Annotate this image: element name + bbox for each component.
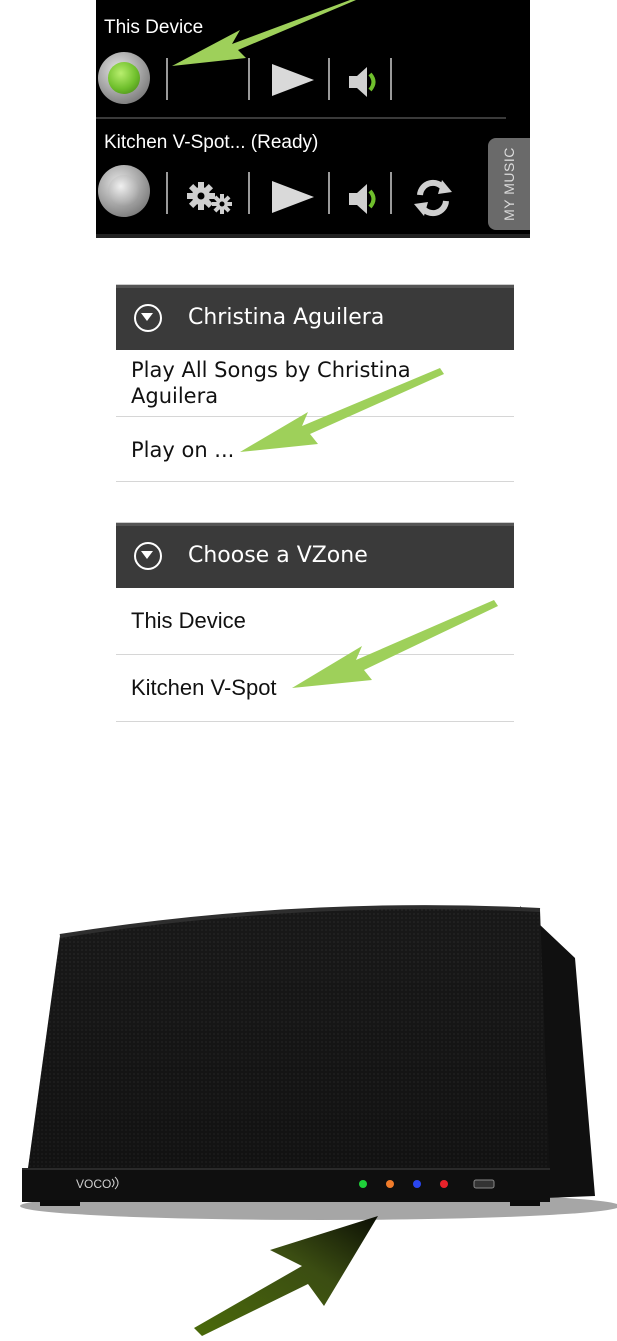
brand-logo-text: VOCO <box>76 1177 111 1191</box>
play-icon[interactable] <box>270 179 318 215</box>
device-row-kitchen-vspot[interactable]: Kitchen V-Spot... (Ready) <box>96 119 530 234</box>
menu-title: Christina Aguilera <box>188 305 385 330</box>
usb-port <box>473 1179 495 1189</box>
divider <box>390 172 392 214</box>
divider <box>166 172 168 214</box>
panel-bottom-edge <box>96 234 530 238</box>
pointer-arrow <box>172 0 356 66</box>
sync-icon[interactable] <box>412 177 454 219</box>
status-led-orange <box>386 1180 394 1188</box>
menu-title: Choose a VZone <box>188 543 368 568</box>
menu-item-label: Play on ... <box>131 438 235 462</box>
volume-icon[interactable] <box>347 181 381 217</box>
menu-header: Christina Aguilera <box>116 285 514 350</box>
settings-icon[interactable] <box>186 179 236 215</box>
status-led-red <box>440 1180 448 1188</box>
device-name: Kitchen V-Spot... (Ready) <box>104 132 319 153</box>
my-music-tab-label: MY MUSIC <box>501 147 517 221</box>
device-status-orb[interactable] <box>98 165 150 217</box>
pointer-arrow <box>194 1216 378 1336</box>
pointer-arrow <box>240 368 444 452</box>
divider <box>328 172 330 214</box>
menu-item-label: Kitchen V-Spot <box>131 675 277 700</box>
voco-speaker: VOCO <box>20 905 617 1220</box>
divider <box>390 58 392 100</box>
status-led-blue <box>413 1180 421 1188</box>
menu-item-label: This Device <box>131 608 246 633</box>
status-led-green <box>359 1180 367 1188</box>
divider <box>248 172 250 214</box>
my-music-tab[interactable]: MY MUSIC <box>488 138 530 230</box>
chevron-down-circle-icon <box>134 304 162 332</box>
pointer-arrow <box>292 600 498 688</box>
device-status-orb[interactable] <box>98 52 150 104</box>
menu-header: Choose a VZone <box>116 523 514 588</box>
chevron-down-circle-icon <box>134 542 162 570</box>
